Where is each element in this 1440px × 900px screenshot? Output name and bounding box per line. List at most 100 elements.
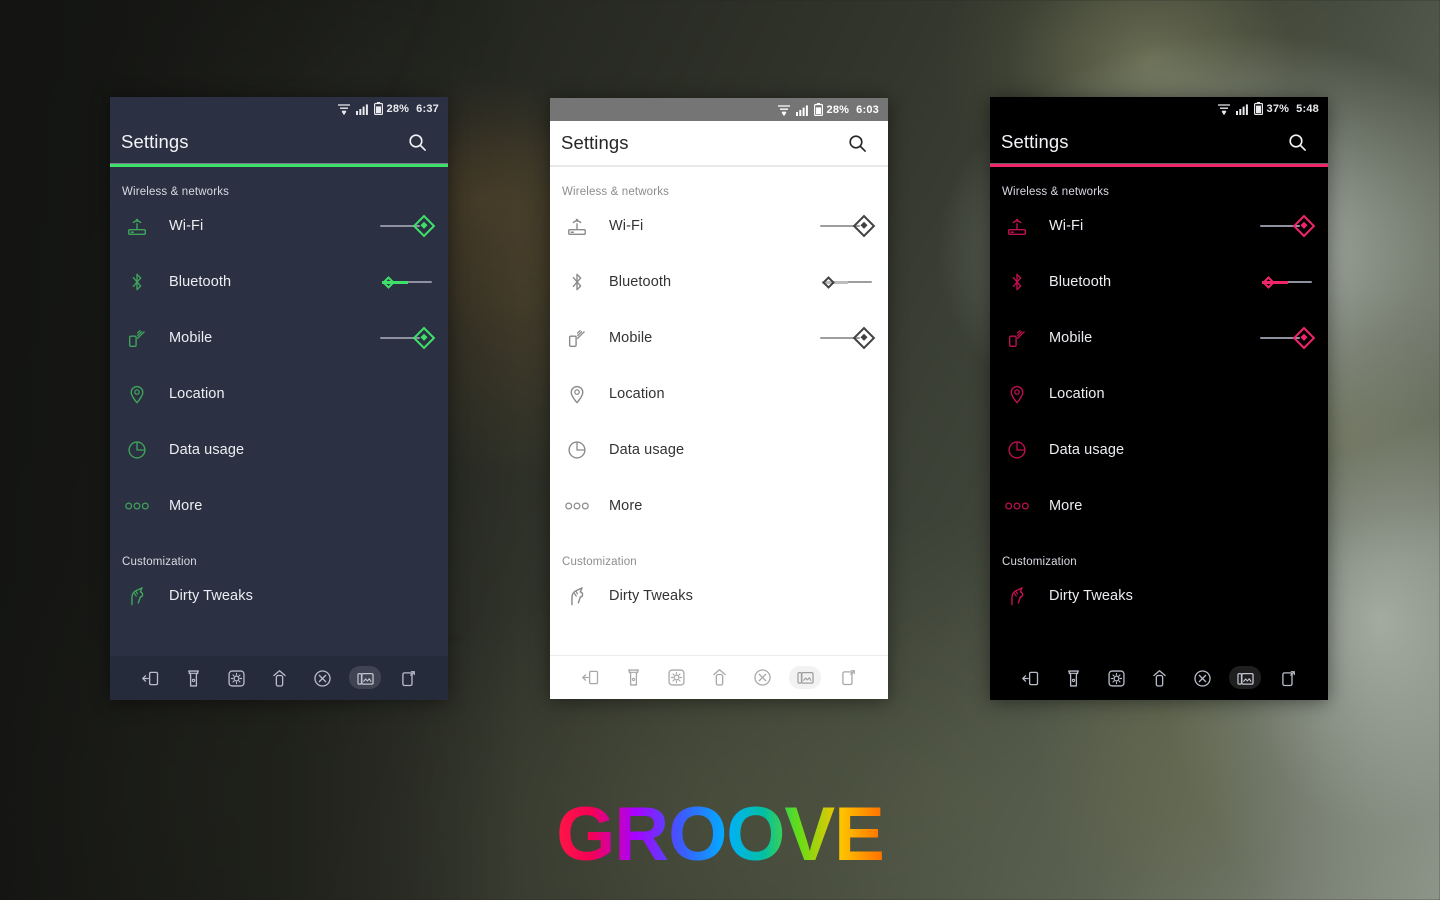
list-item-location[interactable]: Location [110, 366, 448, 422]
close-circle-icon[interactable] [749, 665, 775, 691]
settings-gear-icon[interactable] [663, 665, 689, 691]
section-header-wireless: Wireless & networks [562, 186, 670, 198]
list-item-wifi[interactable]: Wi-Fi [110, 198, 448, 254]
screenshot-icon[interactable] [349, 665, 381, 691]
recents-icon[interactable] [835, 665, 861, 691]
back-icon[interactable] [577, 665, 603, 691]
battery-percent: 28% [386, 102, 410, 115]
flashlight-icon[interactable] [1060, 665, 1086, 691]
search-icon[interactable] [404, 129, 430, 155]
location-pin-icon [122, 383, 152, 405]
recents-icon[interactable] [1275, 665, 1301, 691]
section-header-wireless: Wireless & networks [122, 186, 230, 198]
list-item-data-usage[interactable]: Data usage [990, 422, 1328, 478]
settings-list: Wireless & networks Wi-Fi Bluetooth Mobi… [550, 167, 888, 655]
settings-list: Wireless & networks Wi-Fi Bluetooth Mobi… [110, 167, 448, 656]
list-item-label: Data usage [1049, 442, 1125, 458]
wifi-icon [1217, 103, 1231, 115]
list-item-mobile[interactable]: Mobile [990, 310, 1328, 366]
list-item-label: Bluetooth [609, 274, 672, 290]
wifi-toggle[interactable] [816, 214, 876, 238]
battery-percent: 37% [1266, 102, 1290, 115]
list-item-label: Mobile [1049, 330, 1093, 346]
navigation-bar [110, 656, 448, 700]
bluetooth-icon [122, 271, 152, 293]
mobile-toggle[interactable] [1256, 326, 1316, 350]
signal-icon [355, 103, 369, 115]
list-item-more[interactable]: More [990, 478, 1328, 534]
mobile-toggle[interactable] [376, 326, 436, 350]
battery-icon [373, 102, 383, 115]
status-bar: 28% 6:37 [110, 97, 448, 120]
list-item-label: Mobile [169, 330, 213, 346]
screenshot-icon[interactable] [789, 665, 821, 691]
bluetooth-toggle[interactable] [376, 271, 432, 293]
list-item-dirty-tweaks[interactable]: Dirty Tweaks [550, 568, 888, 624]
settings-gear-icon[interactable] [1103, 665, 1129, 691]
settings-list: Wireless & networks Wi-Fi Bluetooth Mobi… [990, 167, 1328, 656]
mobile-data-icon [562, 327, 592, 349]
mobile-data-icon [1002, 327, 1032, 349]
more-dots-icon [122, 501, 152, 511]
wifi-toggle[interactable] [1256, 214, 1316, 238]
list-item-label: Location [1049, 386, 1105, 402]
list-item-mobile[interactable]: Mobile [550, 310, 888, 366]
list-item-location[interactable]: Location [990, 366, 1328, 422]
list-item-label: Data usage [169, 442, 245, 458]
home-icon[interactable] [1146, 665, 1172, 691]
list-item-more[interactable]: More [110, 478, 448, 534]
screenshot-icon[interactable] [1229, 665, 1261, 691]
list-item-more[interactable]: More [550, 478, 888, 534]
search-icon[interactable] [844, 130, 870, 156]
more-dots-icon [562, 501, 592, 511]
section-header-customization: Customization [1002, 556, 1077, 568]
list-item-wifi[interactable]: Wi-Fi [990, 198, 1328, 254]
list-item-location[interactable]: Location [550, 366, 888, 422]
list-item-wifi[interactable]: Wi-Fi [550, 198, 888, 254]
bluetooth-toggle[interactable] [816, 271, 872, 293]
mobile-toggle[interactable] [816, 326, 876, 350]
list-item-mobile[interactable]: Mobile [110, 310, 448, 366]
list-item-bluetooth[interactable]: Bluetooth [550, 254, 888, 310]
section-header-customization: Customization [562, 556, 637, 568]
page-title: Settings [1001, 131, 1069, 152]
list-item-label: Dirty Tweaks [169, 588, 253, 604]
list-item-data-usage[interactable]: Data usage [550, 422, 888, 478]
list-item-label: Wi-Fi [1049, 218, 1084, 234]
bluetooth-toggle[interactable] [1256, 271, 1312, 293]
list-item-dirty-tweaks[interactable]: Dirty Tweaks [990, 568, 1328, 624]
close-circle-icon[interactable] [309, 665, 335, 691]
black-theme-panel: 37% 5:48 Settings Wireless & networks Wi… [990, 97, 1328, 700]
back-icon[interactable] [137, 665, 163, 691]
home-icon[interactable] [706, 665, 732, 691]
flashlight-icon[interactable] [620, 665, 646, 691]
router-icon [562, 215, 592, 237]
list-item-bluetooth[interactable]: Bluetooth [110, 254, 448, 310]
page-title: Settings [121, 131, 189, 152]
list-item-label: Location [169, 386, 225, 402]
list-item-label: Wi-Fi [169, 218, 204, 234]
action-bar: Settings [110, 120, 448, 164]
section-header-wireless: Wireless & networks [1002, 186, 1110, 198]
bluetooth-icon [1002, 271, 1032, 293]
list-item-dirty-tweaks[interactable]: Dirty Tweaks [110, 568, 448, 624]
unicorn-icon [1002, 585, 1032, 608]
signal-icon [1235, 103, 1249, 115]
recents-icon[interactable] [395, 665, 421, 691]
wifi-toggle[interactable] [376, 214, 436, 238]
list-item-data-usage[interactable]: Data usage [110, 422, 448, 478]
unicorn-icon [562, 585, 592, 608]
home-icon[interactable] [266, 665, 292, 691]
close-circle-icon[interactable] [1189, 665, 1215, 691]
status-bar: 37% 5:48 [990, 97, 1328, 120]
wifi-icon [777, 104, 791, 116]
action-bar: Settings [550, 121, 888, 165]
back-icon[interactable] [1017, 665, 1043, 691]
list-item-bluetooth[interactable]: Bluetooth [990, 254, 1328, 310]
unicorn-icon [122, 585, 152, 608]
flashlight-icon[interactable] [180, 665, 206, 691]
list-item-label: Data usage [609, 442, 685, 458]
settings-gear-icon[interactable] [223, 665, 249, 691]
search-icon[interactable] [1284, 129, 1310, 155]
list-item-label: Bluetooth [169, 274, 232, 290]
